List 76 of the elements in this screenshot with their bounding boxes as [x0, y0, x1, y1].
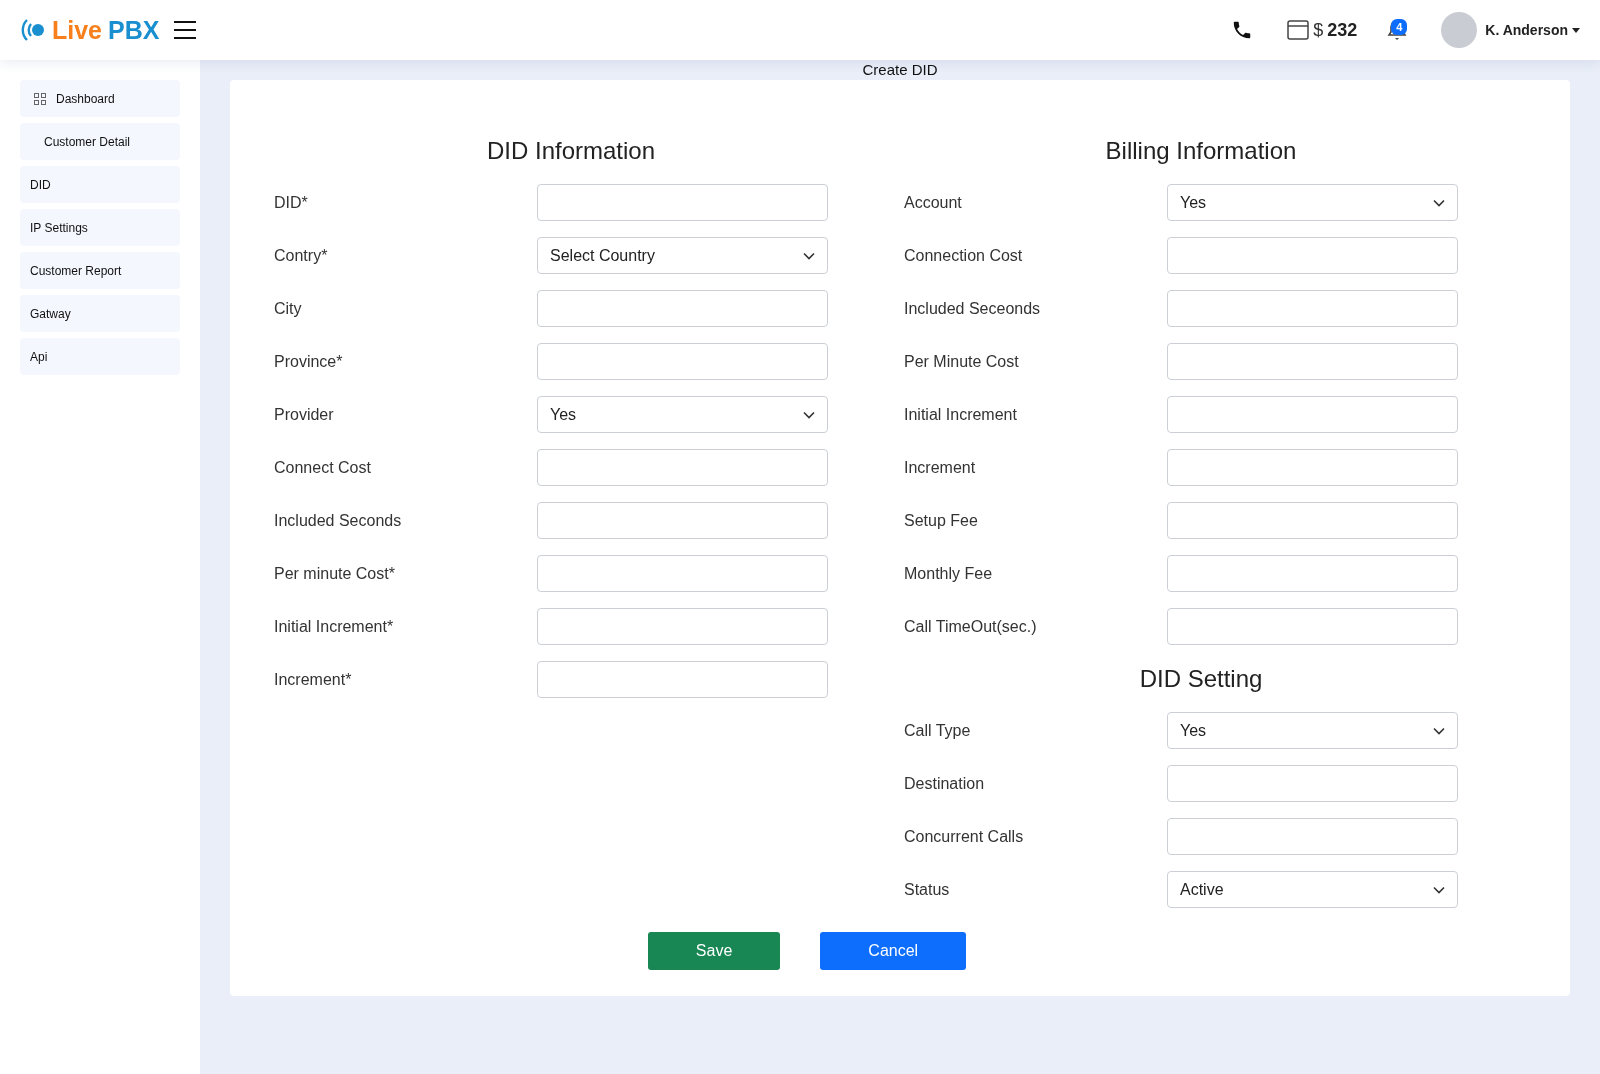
text-field[interactable] — [537, 661, 828, 698]
grid-icon — [34, 92, 46, 105]
chevron-down-icon — [1433, 885, 1445, 894]
select-field[interactable]: Yes — [537, 396, 828, 433]
field-label: DID* — [274, 193, 309, 212]
text-field[interactable] — [1167, 237, 1458, 274]
text-field[interactable] — [537, 343, 828, 380]
select-field[interactable]: Yes — [1167, 184, 1458, 221]
notification-count: 4 — [1391, 19, 1408, 35]
avatar-placeholder — [1441, 12, 1478, 48]
text-field[interactable] — [537, 555, 828, 592]
select-field[interactable]: Select Country — [537, 237, 828, 274]
currency-symbol: $ — [1313, 19, 1324, 41]
chevron-down-icon — [1433, 198, 1445, 207]
field-label: Increment — [904, 458, 977, 477]
field-label: Initial Increment — [904, 405, 1018, 424]
select-field[interactable]: Active — [1167, 871, 1458, 908]
field-label: Per Minute Cost — [904, 352, 1020, 371]
sidebar-item[interactable]: Customer Report — [20, 252, 180, 289]
sidebar-item[interactable]: DID — [20, 166, 180, 203]
field-label: Account — [904, 193, 963, 212]
field-label: Connect Cost — [274, 458, 372, 477]
select-field[interactable]: Yes — [1167, 712, 1458, 749]
text-field[interactable] — [1167, 343, 1458, 380]
chevron-down-icon — [803, 410, 815, 419]
caret-icon — [1572, 27, 1580, 33]
field-label: Contry* — [274, 246, 329, 265]
signal-logo-icon — [20, 17, 46, 43]
text-field[interactable] — [1167, 765, 1458, 802]
sidebar-item[interactable]: Customer Detail — [20, 123, 180, 160]
text-field[interactable] — [1167, 290, 1458, 327]
field-label: Per minute Cost* — [274, 564, 396, 583]
sidebar-item[interactable]: Dashboard — [20, 80, 180, 117]
field-label: Province* — [274, 352, 344, 371]
save-button[interactable]: Save — [647, 932, 781, 970]
logo-text: Live — [52, 15, 103, 45]
field-label: Included Seceonds — [904, 299, 1042, 318]
logo-text: PBX — [108, 15, 160, 45]
section-title: DID Information — [485, 136, 657, 166]
text-field[interactable] — [1167, 502, 1458, 539]
chevron-down-icon — [1433, 726, 1445, 735]
cancel-button[interactable]: Cancel — [820, 932, 967, 970]
field-label: Concurrent Calls — [904, 827, 1025, 846]
field-label: Destination — [904, 774, 986, 793]
menu-icon[interactable] — [173, 20, 198, 40]
text-field[interactable] — [1167, 396, 1458, 433]
field-label: Call TimeOut(sec.) — [904, 617, 1038, 636]
field-label: Increment* — [274, 670, 353, 689]
balance-amount: 232 — [1327, 19, 1358, 41]
field-label: Status — [904, 880, 951, 899]
chevron-down-icon — [803, 251, 815, 260]
text-field[interactable] — [537, 184, 828, 221]
field-label: Initial Increment* — [274, 617, 395, 636]
user-menu[interactable]: K. Anderson — [1485, 22, 1580, 38]
page-title: Create DID — [862, 61, 938, 78]
field-label: City — [274, 299, 303, 318]
text-field[interactable] — [537, 449, 828, 486]
sidebar-item[interactable]: Api — [20, 338, 180, 375]
wallet-icon — [1287, 20, 1310, 40]
sidebar-item[interactable]: IP Settings — [20, 209, 180, 246]
text-field[interactable] — [537, 290, 828, 327]
field-label: Connection Cost — [904, 246, 1024, 265]
field-label: Provider — [274, 405, 335, 424]
text-field[interactable] — [1167, 818, 1458, 855]
field-label: Setup Fee — [904, 511, 979, 530]
field-label: Call Type — [904, 721, 972, 740]
field-label: Included Seconds — [274, 511, 403, 530]
text-field[interactable] — [1167, 608, 1458, 645]
section-title: DID Setting — [1138, 664, 1264, 694]
text-field[interactable] — [537, 608, 828, 645]
text-field[interactable] — [1167, 555, 1458, 592]
text-field[interactable] — [1167, 449, 1458, 486]
field-label: Monthly Fee — [904, 564, 994, 583]
sidebar-item[interactable]: Gatway — [20, 295, 180, 332]
text-field[interactable] — [537, 502, 828, 539]
section-title: Billing Information — [1104, 136, 1298, 166]
